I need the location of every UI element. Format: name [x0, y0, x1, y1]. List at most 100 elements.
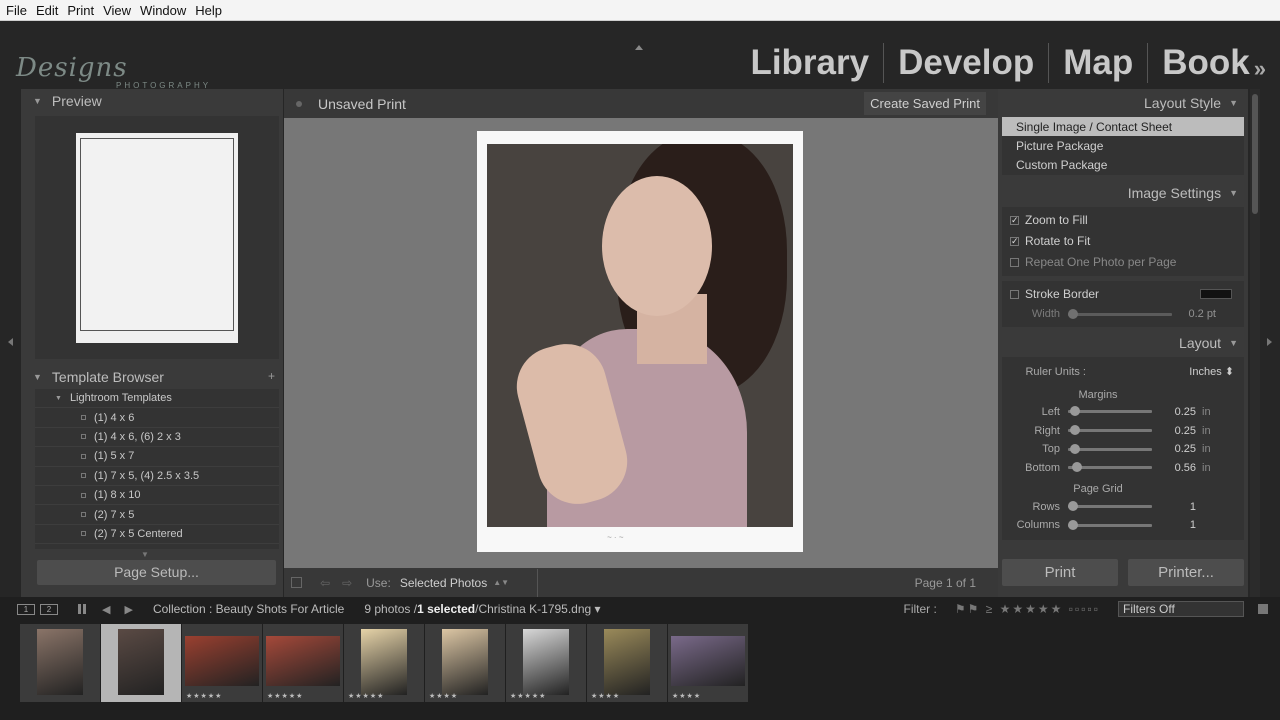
layout-style-option[interactable]: Custom Package: [1002, 156, 1244, 175]
menu-window[interactable]: Window: [140, 3, 186, 18]
template-browser-header[interactable]: ▼ Template Browser +: [21, 365, 283, 389]
template-item[interactable]: (1) 4 x 6: [35, 408, 279, 428]
filmstrip-thumbnail[interactable]: [523, 629, 569, 695]
module-develop[interactable]: Develop: [884, 43, 1048, 83]
menu-print[interactable]: Print: [67, 3, 94, 18]
filmstrip-cell[interactable]: ★★★★★: [506, 624, 586, 702]
filmstrip-thumbnail[interactable]: [442, 629, 488, 695]
template-item[interactable]: (2) 7 x 5 Centered: [35, 525, 279, 545]
photo-count[interactable]: 9 photos /1 selected/Christina K-1795.dn…: [364, 602, 600, 616]
previous-page-icon[interactable]: ⇦: [320, 576, 330, 590]
margin-slider[interactable]: [1068, 406, 1152, 417]
margin-value[interactable]: 0.56: [1152, 462, 1196, 474]
filmstrip-thumbnail[interactable]: [604, 629, 650, 695]
filmstrip-thumbnail[interactable]: [266, 636, 340, 686]
filmstrip-cell[interactable]: ★★★★: [668, 624, 748, 702]
grid-slider[interactable]: [1068, 501, 1152, 512]
filmstrip-cell[interactable]: [101, 624, 181, 702]
layout-style-option[interactable]: Picture Package: [1002, 136, 1244, 155]
back-arrow-icon[interactable]: ◀: [102, 603, 110, 616]
filmstrip-cell[interactable]: ★★★★★: [182, 624, 262, 702]
add-template-icon[interactable]: +: [268, 369, 275, 383]
stroke-width-value[interactable]: 0.2 pt: [1172, 308, 1216, 320]
module-book[interactable]: Book: [1148, 43, 1264, 83]
filmstrip-cell[interactable]: [20, 624, 100, 702]
slider-knob[interactable]: [1070, 425, 1080, 436]
slider-knob[interactable]: [1068, 501, 1078, 512]
secondary-window-button[interactable]: 2: [40, 603, 58, 615]
forward-arrow-icon[interactable]: ▶: [124, 603, 132, 616]
slider-knob[interactable]: [1068, 519, 1078, 530]
slider-knob[interactable]: [1072, 462, 1082, 473]
layout-header[interactable]: Layout ▼: [998, 328, 1248, 357]
filter-lock-icon[interactable]: [1258, 604, 1268, 614]
rating-filter[interactable]: ⚑⚑ ≥ ★★★★★ ▫▫▫▫▫: [955, 602, 1100, 616]
rotate-to-fit-checkbox[interactable]: ✓ Rotate to Fit: [1002, 231, 1244, 252]
margin-value[interactable]: 0.25: [1152, 443, 1196, 455]
stroke-width-slider[interactable]: [1068, 308, 1172, 319]
menu-edit[interactable]: Edit: [36, 3, 58, 18]
grid-slider[interactable]: [1068, 519, 1152, 530]
chevron-down-icon[interactable]: ▲▼: [493, 578, 509, 587]
filmstrip-thumbnail[interactable]: [118, 629, 164, 695]
template-item[interactable]: (1) 7 x 5, (4) 2.5 x 3.5: [35, 467, 279, 486]
filmstrip-thumbnail[interactable]: [671, 636, 745, 686]
filmstrip-thumbnail[interactable]: [37, 629, 83, 695]
template-item[interactable]: (1) 5 x 7: [35, 447, 279, 467]
template-item[interactable]: (1) 8 x 10: [35, 486, 279, 506]
grid-view-icon[interactable]: [78, 604, 88, 614]
filmstrip-thumbnail[interactable]: [361, 629, 407, 695]
create-saved-print-button[interactable]: Create Saved Print: [864, 92, 986, 115]
print-photo[interactable]: [487, 144, 793, 527]
print-button[interactable]: Print: [1002, 559, 1118, 586]
template-item[interactable]: (2) 7 x 5: [35, 505, 279, 525]
grid-value[interactable]: 1: [1152, 501, 1196, 513]
layout-style-option[interactable]: Single Image / Contact Sheet: [1002, 117, 1244, 137]
template-item[interactable]: (1) 4 x 6, (6) 2 x 3: [35, 428, 279, 448]
margin-slider[interactable]: [1068, 443, 1152, 454]
slider-knob[interactable]: [1070, 406, 1080, 417]
toolbar-checkbox[interactable]: [291, 577, 302, 588]
filmstrip-cell[interactable]: ★★★★★: [344, 624, 424, 702]
scrollbar-thumb[interactable]: [1252, 94, 1258, 214]
repeat-one-photo-checkbox[interactable]: Repeat One Photo per Page: [1002, 252, 1244, 273]
ruler-units-select[interactable]: Inches ⬍: [1189, 365, 1234, 378]
image-settings-header[interactable]: Image Settings ▼: [998, 178, 1248, 207]
margin-slider[interactable]: [1068, 425, 1152, 436]
collapse-right-panel-icon[interactable]: [1267, 338, 1272, 346]
grid-value[interactable]: 1: [1152, 519, 1196, 531]
filmstrip-thumbnail[interactable]: [185, 636, 259, 686]
right-panel-scrollbar[interactable]: [1250, 89, 1260, 597]
module-map[interactable]: Map: [1049, 43, 1147, 83]
stroke-border-checkbox[interactable]: Stroke Border: [1002, 284, 1244, 305]
slider-knob[interactable]: [1068, 308, 1078, 319]
menu-file[interactable]: File: [6, 3, 27, 18]
primary-window-button[interactable]: 1: [17, 603, 35, 615]
scroll-more-icon[interactable]: ▼: [141, 550, 149, 559]
filter-preset-select[interactable]: Filters Off: [1118, 601, 1244, 617]
collapse-top-panel-icon[interactable]: [635, 45, 643, 50]
next-page-icon[interactable]: ⇨: [342, 576, 352, 590]
preview-header[interactable]: ▼ Preview: [21, 89, 283, 113]
template-folder[interactable]: ▼ Lightroom Templates: [35, 389, 279, 409]
slider-knob[interactable]: [1070, 443, 1080, 454]
printer-button[interactable]: Printer...: [1128, 559, 1244, 586]
margin-value[interactable]: 0.25: [1152, 425, 1196, 437]
filmstrip-cell[interactable]: ★★★★: [425, 624, 505, 702]
layout-style-header[interactable]: Layout Style ▼: [998, 89, 1248, 117]
collection-source[interactable]: Collection : Beauty Shots For Article: [153, 602, 344, 616]
zoom-to-fill-checkbox[interactable]: ✓ Zoom to Fill: [1002, 210, 1244, 231]
collapse-left-panel-icon[interactable]: [8, 338, 13, 346]
filmstrip-cell[interactable]: ★★★★★: [263, 624, 343, 702]
stroke-color-swatch[interactable]: [1200, 289, 1232, 300]
menu-help[interactable]: Help: [195, 3, 222, 18]
filmstrip-cell[interactable]: ★★★★: [587, 624, 667, 702]
module-library[interactable]: Library: [736, 43, 883, 83]
margin-slider[interactable]: [1068, 462, 1152, 473]
more-modules-icon[interactable]: »: [1254, 56, 1266, 82]
use-select[interactable]: Selected Photos: [400, 576, 487, 590]
page-setup-button[interactable]: Page Setup...: [37, 560, 276, 585]
toolbar-divider: [537, 568, 539, 597]
margin-value[interactable]: 0.25: [1152, 406, 1196, 418]
menu-view[interactable]: View: [103, 3, 131, 18]
